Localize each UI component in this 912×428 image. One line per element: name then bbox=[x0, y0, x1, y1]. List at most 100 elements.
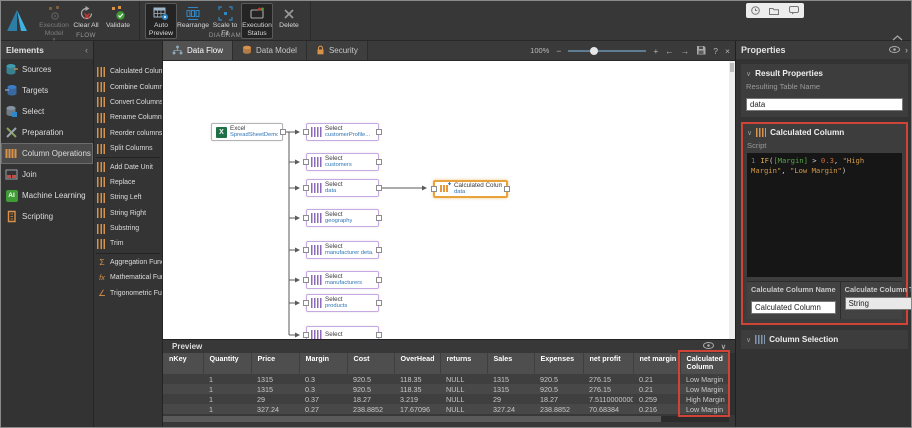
input-port[interactable] bbox=[303, 300, 309, 306]
validate-button[interactable]: Validate bbox=[102, 3, 134, 31]
op-split-columns[interactable]: Split Columns bbox=[94, 141, 162, 156]
clear-all-button[interactable]: Clear All bbox=[70, 3, 102, 31]
sidebar-item-preparation[interactable]: Preparation bbox=[1, 122, 93, 143]
eye-icon[interactable] bbox=[703, 342, 714, 351]
op-aggregation-function[interactable]: ΣAggregation Function bbox=[94, 255, 162, 270]
panel-collapse-icon[interactable]: › bbox=[905, 45, 908, 55]
history-icon[interactable] bbox=[751, 2, 760, 20]
script-editor[interactable]: 1IF([Margin] > 0.3, "High Margin", "Low … bbox=[747, 153, 902, 277]
zoom-slider-thumb[interactable] bbox=[590, 47, 598, 55]
sidebar-item-targets[interactable]: Targets bbox=[1, 80, 93, 101]
node-select-customers[interactable]: Selectcustomers bbox=[306, 153, 379, 171]
column-header-net-margin[interactable]: net margin bbox=[633, 353, 680, 374]
node-select-data[interactable]: Selectdata bbox=[306, 179, 379, 197]
op-replace[interactable]: Replace bbox=[94, 175, 162, 190]
node-select-manufacturers[interactable]: Selectmanufacturers bbox=[306, 271, 379, 289]
preview-horizontal-scrollbar[interactable] bbox=[163, 416, 729, 422]
op-calculated-column[interactable]: Calculated Column bbox=[94, 64, 162, 79]
input-port[interactable] bbox=[303, 277, 309, 283]
zoom-in-button[interactable]: + bbox=[653, 46, 658, 56]
save-icon[interactable] bbox=[696, 45, 706, 57]
calc-column-type-dropdown[interactable]: String ▾ bbox=[845, 297, 912, 310]
op-add-date-unit[interactable]: Add Date Unit bbox=[94, 159, 162, 174]
table-row[interactable]: 113150.3920.5118.35NULL1315920.5276.150.… bbox=[163, 374, 729, 384]
node-select-geography[interactable]: Selectgeography bbox=[306, 209, 379, 227]
op-trigonometric-function[interactable]: ∠Trigonometric Functi... bbox=[94, 285, 162, 300]
output-port[interactable] bbox=[376, 277, 382, 283]
resulting-table-name-input[interactable] bbox=[746, 98, 903, 111]
scrollbar-thumb[interactable] bbox=[163, 416, 661, 422]
input-port[interactable] bbox=[303, 215, 309, 221]
tab-security[interactable]: Security bbox=[307, 41, 368, 60]
app-logo[interactable] bbox=[1, 1, 33, 40]
input-port[interactable] bbox=[303, 129, 309, 135]
op-substring[interactable]: Substring bbox=[94, 221, 162, 236]
sidebar-item-sources[interactable]: Sources bbox=[1, 59, 93, 80]
table-row[interactable]: 1327.240.27238.885217.67096NULL327.24238… bbox=[163, 404, 729, 414]
calc-column-name-input[interactable] bbox=[751, 301, 836, 314]
column-header-margin[interactable]: Margin bbox=[299, 353, 347, 374]
tab-data-model[interactable]: Data Model bbox=[233, 41, 307, 60]
column-header-price[interactable]: Price bbox=[251, 353, 299, 374]
op-rename-columns[interactable]: Rename Columns bbox=[94, 110, 162, 125]
output-port[interactable] bbox=[376, 332, 382, 338]
node-select-customerprofile[interactable]: SelectcustomerProfile... bbox=[306, 123, 379, 141]
input-port[interactable] bbox=[431, 186, 437, 192]
node-select-products[interactable]: Selectproducts bbox=[306, 294, 379, 312]
node-calculated-column[interactable]: Calculated Column.data bbox=[433, 180, 508, 198]
op-combine-columns[interactable]: Combine Columns bbox=[94, 79, 162, 94]
column-header-expenses[interactable]: Expenses bbox=[534, 353, 583, 374]
output-port[interactable] bbox=[376, 300, 382, 306]
flow-canvas[interactable]: X ExcelSpreadSheetDemo L... Selectcustom… bbox=[163, 61, 735, 339]
input-port[interactable] bbox=[303, 247, 309, 253]
panel-collapse-icon[interactable]: ‹ bbox=[85, 45, 88, 55]
output-port[interactable] bbox=[376, 247, 382, 253]
op-string-right[interactable]: String Right bbox=[94, 206, 162, 221]
help-button[interactable]: ? bbox=[713, 46, 718, 56]
scrollbar-thumb[interactable] bbox=[730, 63, 734, 72]
folder-icon[interactable] bbox=[769, 2, 779, 20]
column-selection-section-header[interactable]: ∨ Column Selection bbox=[746, 335, 903, 344]
output-port[interactable] bbox=[280, 129, 286, 135]
column-header-sales[interactable]: Sales bbox=[487, 353, 534, 374]
op-mathematical-function[interactable]: fxMathematical Function bbox=[94, 270, 162, 285]
eye-icon[interactable] bbox=[889, 45, 900, 55]
result-properties-section-header[interactable]: ∨ Result Properties bbox=[746, 69, 903, 78]
column-header-net-profit[interactable]: net profit bbox=[583, 353, 633, 374]
output-port[interactable] bbox=[376, 159, 382, 165]
input-port[interactable] bbox=[303, 159, 309, 165]
sidebar-item-column-operations[interactable]: Column Operations bbox=[1, 143, 93, 164]
column-header-calculated-column[interactable]: Calculated Column bbox=[680, 353, 729, 374]
column-header-nkey[interactable]: nKey bbox=[163, 353, 203, 374]
redo-button[interactable]: → bbox=[681, 46, 690, 56]
input-port[interactable] bbox=[303, 332, 309, 338]
column-header-quantity[interactable]: Quantity bbox=[203, 353, 251, 374]
input-port[interactable] bbox=[303, 185, 309, 191]
node-select-manufacturer-details[interactable]: Selectmanufacturer deta... bbox=[306, 241, 379, 259]
op-string-left[interactable]: String Left bbox=[94, 190, 162, 205]
output-port[interactable] bbox=[376, 129, 382, 135]
output-port[interactable] bbox=[504, 186, 510, 192]
zoom-slider[interactable] bbox=[568, 50, 646, 52]
output-port[interactable] bbox=[376, 185, 382, 191]
delete-button[interactable]: Delete bbox=[273, 3, 305, 31]
output-port[interactable] bbox=[376, 215, 382, 221]
calculated-column-section-header[interactable]: ∨ Calculated Column bbox=[747, 128, 902, 137]
preview-collapse-icon[interactable]: ∨ bbox=[721, 343, 726, 351]
op-reorder-columns[interactable]: Reorder columns bbox=[94, 126, 162, 141]
tab-data-flow[interactable]: Data Flow bbox=[163, 41, 233, 60]
close-button[interactable]: × bbox=[725, 46, 730, 56]
feedback-icon[interactable] bbox=[789, 2, 799, 20]
sidebar-item-scripting[interactable]: Scripting bbox=[1, 206, 93, 227]
op-convert-columns[interactable]: Convert Columns bbox=[94, 95, 162, 110]
node-select-clipped[interactable]: Select bbox=[306, 326, 379, 339]
rearrange-button[interactable]: Rearrange bbox=[177, 3, 209, 31]
op-trim[interactable]: Trim bbox=[94, 236, 162, 251]
column-header-returns[interactable]: returns bbox=[440, 353, 487, 374]
sidebar-item-machine-learning[interactable]: AI Machine Learning bbox=[1, 185, 93, 206]
column-header-overhead[interactable]: OverHead bbox=[394, 353, 440, 374]
sidebar-item-select[interactable]: Select bbox=[1, 101, 93, 122]
undo-button[interactable]: ← bbox=[665, 46, 674, 56]
table-row[interactable]: 113150.3920.5118.35NULL1315920.5276.150.… bbox=[163, 384, 729, 394]
node-excel-source[interactable]: X ExcelSpreadSheetDemo L... bbox=[211, 123, 283, 141]
